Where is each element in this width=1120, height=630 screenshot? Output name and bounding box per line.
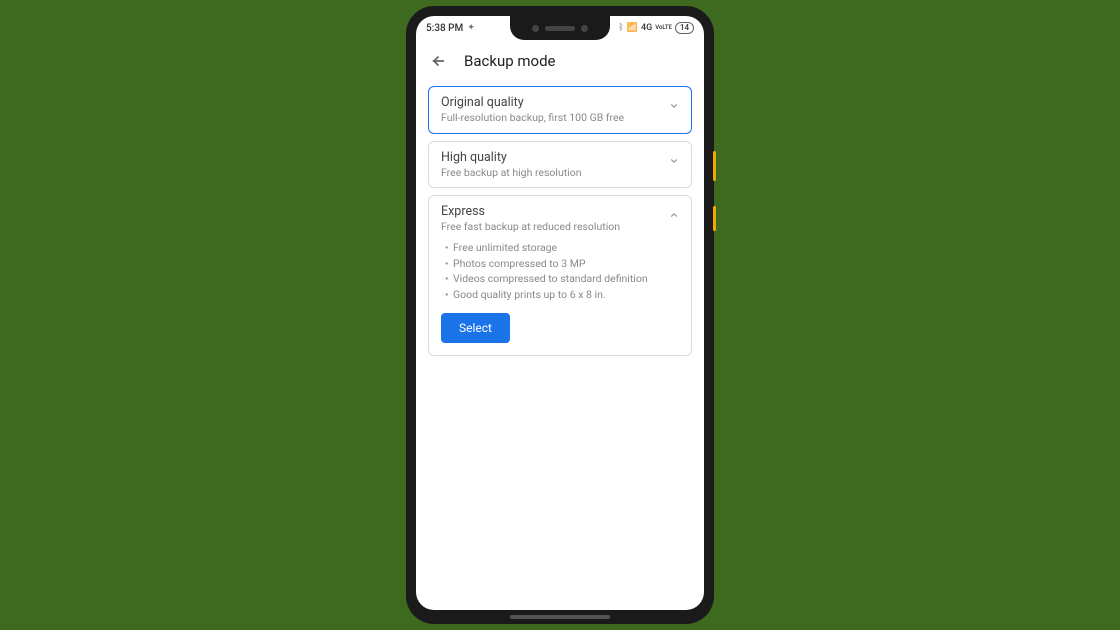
chevron-up-icon [669,210,679,220]
option-subtitle: Full-resolution backup, first 100 GB fre… [441,111,679,125]
option-title: Original quality [441,95,679,110]
home-indicator [510,615,610,619]
select-button[interactable]: Select [441,313,510,343]
feature-item: Photos compressed to 3 MP [445,256,679,272]
bluetooth-icon: ᛒ [618,23,623,33]
option-title: Express [441,204,679,219]
feature-item: Good quality prints up to 6 x 8 in. [445,287,679,303]
back-arrow-icon[interactable] [430,53,446,69]
header: Backup mode [416,40,704,86]
screen: 5:38 PM ✦ ᛒ 📶 4G VoLTE 14 Backup mode Or… [416,16,704,610]
notch [510,16,610,40]
option-high-quality[interactable]: High quality Free backup at high resolut… [428,141,692,189]
options-list: Original quality Full-resolution backup,… [416,86,704,356]
feature-list: Free unlimited storage Photos compressed… [445,240,679,303]
lte-label: VoLTE [655,25,672,31]
status-time: 5:38 PM [426,23,463,34]
phone-frame: 5:38 PM ✦ ᛒ 📶 4G VoLTE 14 Backup mode Or… [406,6,714,624]
page-title: Backup mode [464,52,556,70]
battery-indicator: 14 [675,22,694,34]
network-label: 4G [641,23,652,33]
option-original-quality[interactable]: Original quality Full-resolution backup,… [428,86,692,134]
feature-item: Videos compressed to standard definition [445,271,679,287]
chevron-down-icon [669,101,679,111]
misc-status-icon: ✦ [467,23,475,33]
option-subtitle: Free fast backup at reduced resolution [441,220,679,234]
chevron-down-icon [669,156,679,166]
option-express[interactable]: Express Free fast backup at reduced reso… [428,195,692,356]
option-subtitle: Free backup at high resolution [441,166,679,180]
signal-icon: 📶 [627,23,638,33]
phone-side-button [713,151,716,181]
phone-side-button [713,206,716,231]
option-title: High quality [441,150,679,165]
feature-item: Free unlimited storage [445,240,679,256]
